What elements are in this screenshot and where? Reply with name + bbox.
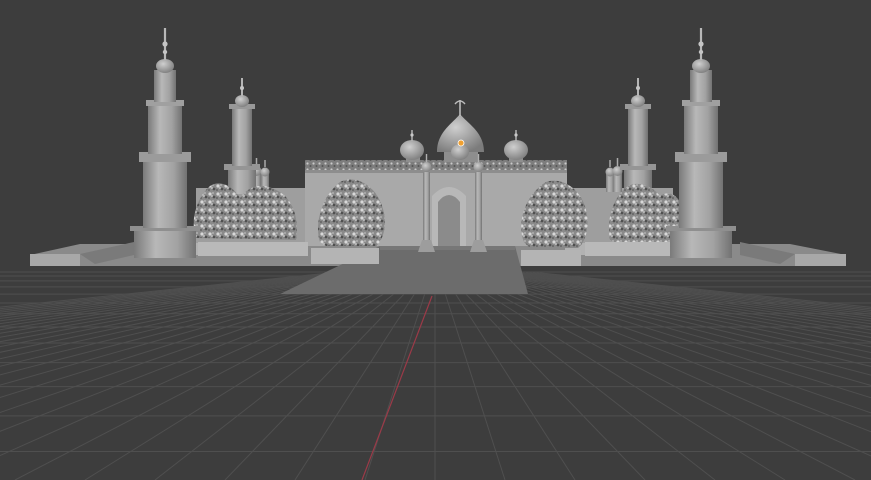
planter-left-side [198,242,308,256]
planter-right-side [585,242,670,256]
3d-viewport[interactable] [0,0,871,480]
viewport-canvas[interactable] [0,0,871,480]
entrance-arch[interactable] [432,187,466,246]
planter-right[interactable] [521,250,581,266]
origin-marker[interactable] [457,139,465,147]
planter-left[interactable] [311,248,379,264]
